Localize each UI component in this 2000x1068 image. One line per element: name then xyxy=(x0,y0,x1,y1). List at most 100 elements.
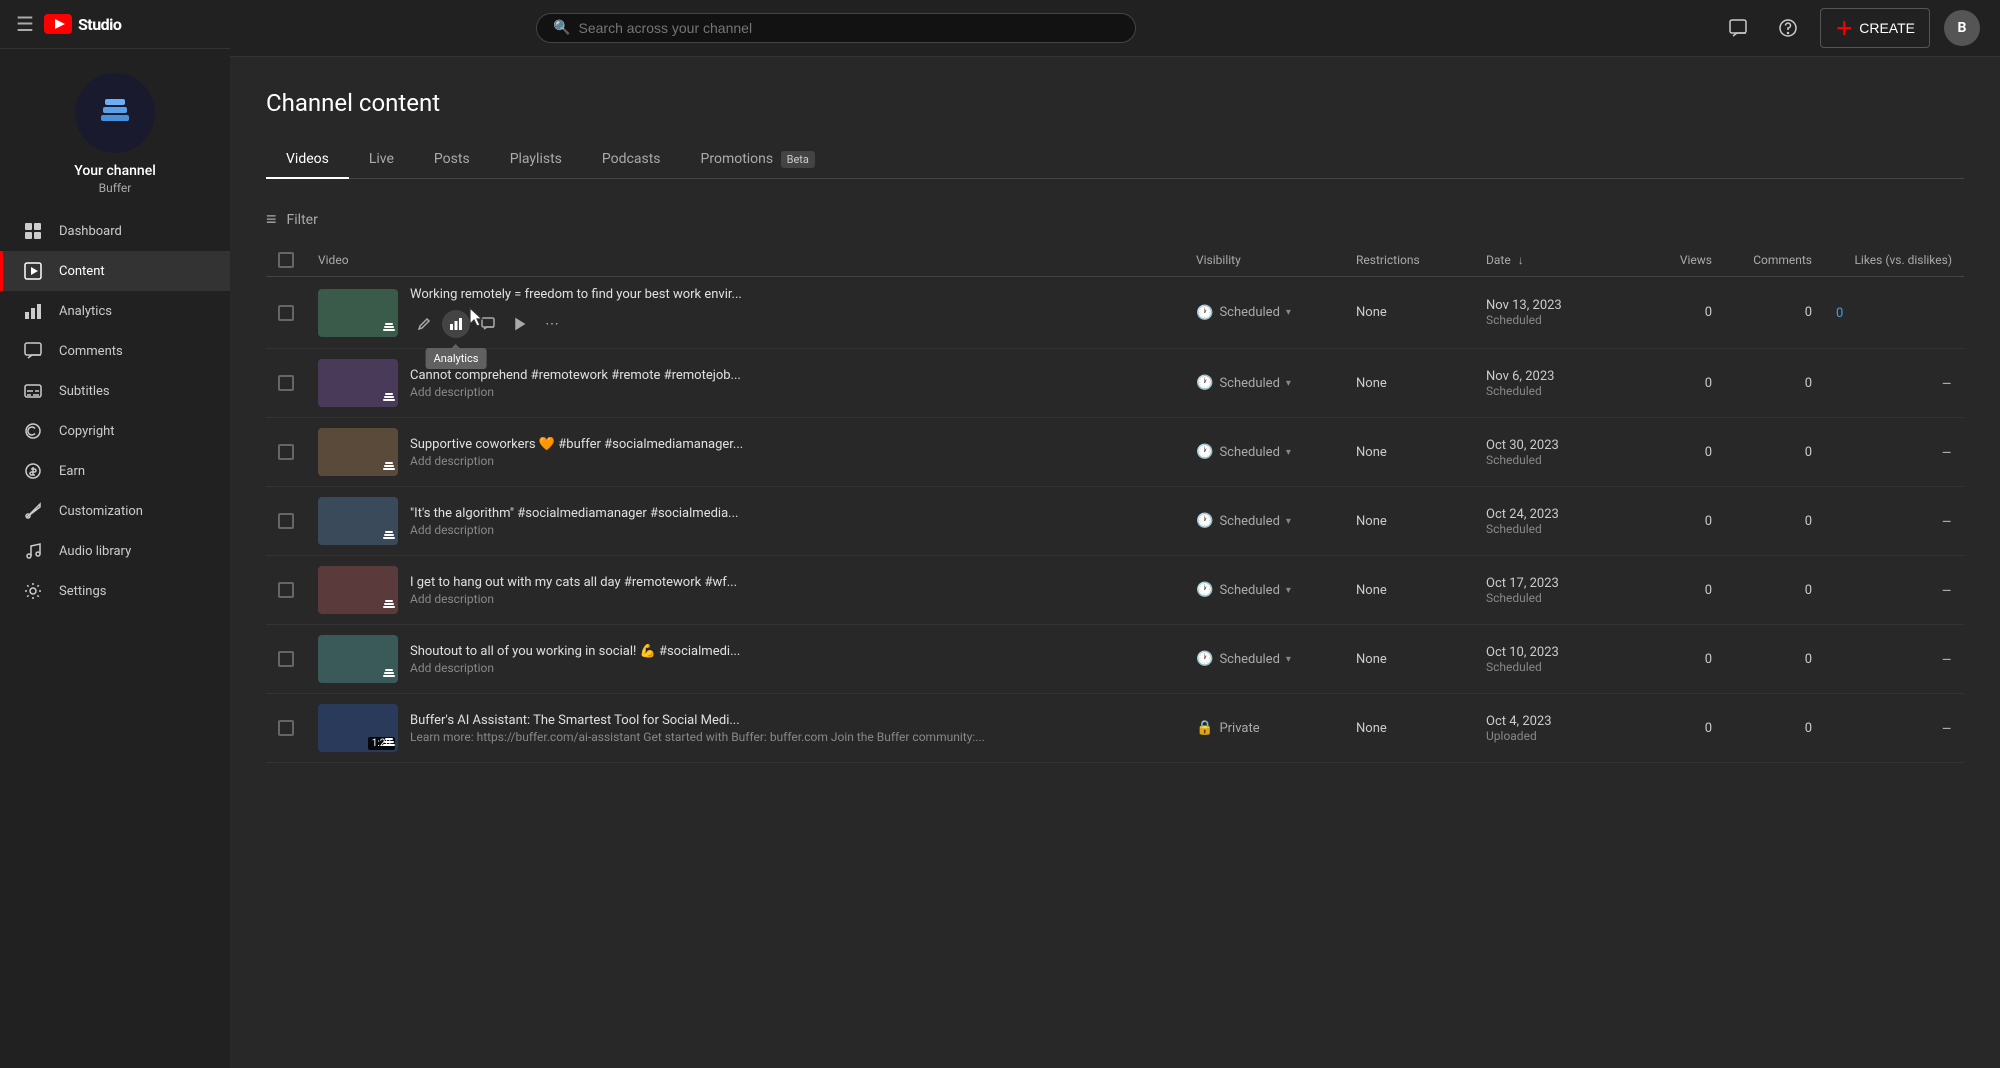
visibility-label: Scheduled xyxy=(1219,305,1279,320)
filter-icon[interactable]: ≡ xyxy=(266,209,277,230)
create-button[interactable]: ＋ CREATE xyxy=(1820,8,1930,48)
video-title[interactable]: Cannot comprehend #remotework #remote #r… xyxy=(410,368,790,383)
sidebar-item-label: Customization xyxy=(59,504,143,519)
video-description: Add description xyxy=(410,385,1172,399)
tab-videos[interactable]: Videos xyxy=(266,141,349,179)
date-sub: Scheduled xyxy=(1486,522,1632,536)
dropdown-arrow-icon[interactable]: ▾ xyxy=(1286,585,1291,596)
tab-promotions[interactable]: Promotions Beta xyxy=(681,141,835,179)
avatar[interactable] xyxy=(75,73,155,153)
date-cell: Oct 17, 2023 Scheduled xyxy=(1474,556,1644,625)
comments-cell: 0 xyxy=(1724,556,1824,625)
tab-posts[interactable]: Posts xyxy=(414,141,490,179)
video-title[interactable]: I get to hang out with my cats all day #… xyxy=(410,575,790,590)
help-icon-btn[interactable] xyxy=(1770,10,1806,46)
sidebar-item-earn[interactable]: Earn xyxy=(0,451,230,491)
row-checkbox[interactable] xyxy=(278,375,294,391)
video-description: Add description xyxy=(410,454,1172,468)
row-actions: Analytics ⋯ xyxy=(410,310,1172,338)
page-title: Channel content xyxy=(266,89,1964,117)
tab-playlists[interactable]: Playlists xyxy=(490,141,582,179)
sidebar-item-label: Subtitles xyxy=(59,384,110,399)
youtube-action-icon[interactable] xyxy=(506,310,534,338)
sidebar-header: ☰ Studio xyxy=(0,0,230,49)
row-checkbox[interactable] xyxy=(278,444,294,460)
video-cell: 1:28 Buffer's AI Assistant: The Smartest… xyxy=(306,694,1184,763)
user-avatar[interactable]: B xyxy=(1944,10,1980,46)
clock-icon: 🕐 xyxy=(1196,651,1213,667)
filter-label[interactable]: Filter xyxy=(287,212,318,228)
play-icon xyxy=(23,261,43,281)
sidebar-item-subtitles[interactable]: Subtitles xyxy=(0,371,230,411)
sidebar: ☰ Studio Your channel Buffer Dashboard xyxy=(0,0,230,1068)
sidebar-item-dashboard[interactable]: Dashboard xyxy=(0,211,230,251)
restrictions-cell: None xyxy=(1344,556,1474,625)
row-checkbox[interactable] xyxy=(278,305,294,321)
hamburger-icon[interactable]: ☰ xyxy=(16,12,34,36)
restrictions-cell: None xyxy=(1344,349,1474,418)
video-table: Video Visibility Restrictions Date ↓ Vie… xyxy=(266,244,1964,763)
dropdown-arrow-icon[interactable]: ▾ xyxy=(1286,447,1291,458)
comments-action-icon[interactable] xyxy=(474,310,502,338)
dropdown-arrow-icon[interactable]: ▾ xyxy=(1286,378,1291,389)
header-restrictions: Restrictions xyxy=(1344,244,1474,277)
date-sub: Uploaded xyxy=(1486,729,1632,743)
video-cell: "It's the algorithm" #socialmediamanager… xyxy=(306,487,1184,556)
header-views: Views xyxy=(1644,244,1724,277)
sidebar-item-comments[interactable]: Comments xyxy=(0,331,230,371)
likes-cell: – xyxy=(1824,625,1964,694)
video-thumbnail xyxy=(318,289,398,337)
tab-podcasts[interactable]: Podcasts xyxy=(582,141,681,179)
dropdown-arrow-icon[interactable]: ▾ xyxy=(1286,307,1291,318)
visibility-cell: 🕐 Scheduled ▾ xyxy=(1184,625,1344,694)
video-title[interactable]: Working remotely = freedom to find your … xyxy=(410,287,790,302)
more-options-icon[interactable]: ⋯ xyxy=(538,310,566,338)
dropdown-arrow-icon[interactable]: ▾ xyxy=(1286,654,1291,665)
sidebar-item-customization[interactable]: Customization xyxy=(0,491,230,531)
date-main: Oct 4, 2023 xyxy=(1486,714,1632,729)
sidebar-item-copyright[interactable]: Copyright xyxy=(0,411,230,451)
row-checkbox[interactable] xyxy=(278,582,294,598)
sidebar-item-analytics[interactable]: Analytics xyxy=(0,291,230,331)
header-date[interactable]: Date ↓ xyxy=(1474,244,1644,277)
yt-logo[interactable]: Studio xyxy=(44,14,122,34)
analytics-icon[interactable]: Analytics xyxy=(442,310,470,338)
video-title[interactable]: Shoutout to all of you working in social… xyxy=(410,644,790,659)
row-checkbox[interactable] xyxy=(278,513,294,529)
row-checkbox-cell xyxy=(266,277,306,349)
buffer-badge-icon xyxy=(382,529,396,543)
create-label: CREATE xyxy=(1859,20,1915,36)
date-cell: Oct 24, 2023 Scheduled xyxy=(1474,487,1644,556)
sidebar-item-label: Audio library xyxy=(59,544,131,559)
create-plus-icon: ＋ xyxy=(1835,15,1853,41)
row-checkbox[interactable] xyxy=(278,720,294,736)
video-title[interactable]: Supportive coworkers 🧡 #buffer #socialme… xyxy=(410,437,790,452)
video-info: Buffer's AI Assistant: The Smartest Tool… xyxy=(410,713,1172,744)
likes-value[interactable]: 0 xyxy=(1836,306,1843,321)
sidebar-item-settings[interactable]: Settings xyxy=(0,571,230,611)
row-checkbox[interactable] xyxy=(278,651,294,667)
table-row: I get to hang out with my cats all day #… xyxy=(266,556,1964,625)
copyright-icon xyxy=(23,421,43,441)
edit-icon[interactable] xyxy=(410,310,438,338)
comments-cell: 0 xyxy=(1724,349,1824,418)
sidebar-item-audio-library[interactable]: Audio library xyxy=(0,531,230,571)
video-title[interactable]: "It's the algorithm" #socialmediamanager… xyxy=(410,506,790,521)
select-all-checkbox[interactable] xyxy=(278,252,294,268)
sidebar-item-label: Comments xyxy=(59,344,123,359)
views-cell: 0 xyxy=(1644,694,1724,763)
comments-cell: 0 xyxy=(1724,277,1824,349)
buffer-badge-icon xyxy=(382,460,396,474)
channel-logo-icon xyxy=(93,91,137,135)
visibility-cell: 🕐 Scheduled ▾ xyxy=(1184,277,1344,349)
likes-cell: – xyxy=(1824,556,1964,625)
dropdown-arrow-icon[interactable]: ▾ xyxy=(1286,516,1291,527)
sidebar-item-content[interactable]: Content xyxy=(0,251,230,291)
search-input[interactable] xyxy=(579,20,1120,36)
comment-icon xyxy=(23,341,43,361)
video-title[interactable]: Buffer's AI Assistant: The Smartest Tool… xyxy=(410,713,790,728)
comments-icon-btn[interactable] xyxy=(1720,10,1756,46)
views-cell: 0 xyxy=(1644,418,1724,487)
search-bar[interactable]: 🔍 xyxy=(536,13,1136,43)
tab-live[interactable]: Live xyxy=(349,141,414,179)
